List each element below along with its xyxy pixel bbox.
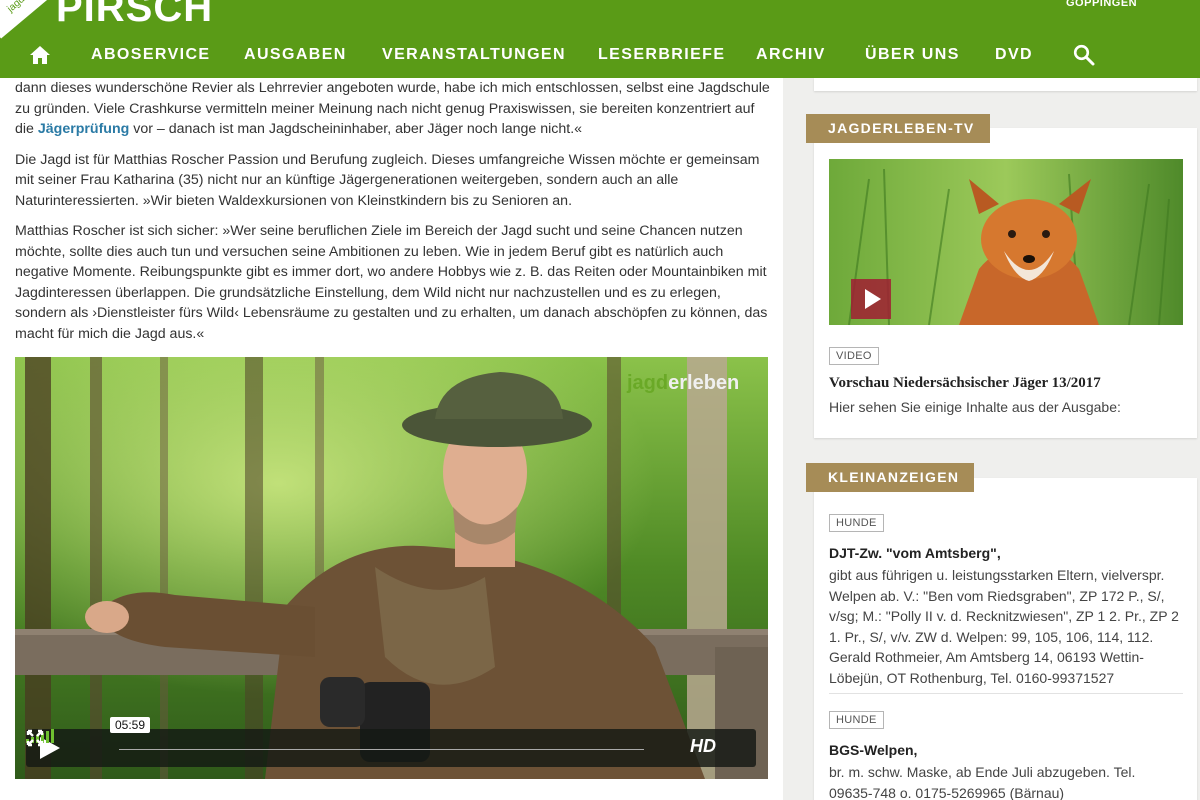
tv-title[interactable]: Vorschau Niedersächsischer Jäger 13/2017 [829,375,1101,392]
tv-description: Hier sehen Sie einige Inhalte aus der Au… [829,399,1121,415]
main-nav: ABOSERVICE AUSGABEN VERANSTALTUNGEN LESE… [0,40,1200,72]
article-paragraph: Die Jagd ist für Matthias Roscher Passio… [15,151,760,209]
play-icon[interactable] [851,279,891,319]
video-badge[interactable]: VIDEO [829,347,879,365]
article-body: dann dieses wunderschöne Revier als Lehr… [15,78,770,354]
sidebar-card-top [814,78,1197,91]
ad-text: gibt aus führigen u. leistungsstarken El… [829,567,1179,686]
search-icon[interactable] [1073,44,1095,66]
category-badge[interactable]: HUNDE [829,711,884,729]
header-city[interactable]: GÖPPINGEN [1066,0,1137,9]
site-logo[interactable]: PIRSCH [56,0,213,31]
article-paragraph: dann dieses wunderschöne Revier als Lehr… [15,80,770,137]
nav-aboservice[interactable]: ABOSERVICE [91,46,211,64]
nav-veranstaltungen[interactable]: VERANSTALTUNGEN [382,46,566,64]
ad-badge-wrap: HUNDE [829,710,884,729]
article-paragraph: Matthias Roscher ist sich sicher: »Wer s… [15,223,768,342]
category-badge[interactable]: HUNDE [829,514,884,532]
ad-title[interactable]: BGS-Welpen, [829,742,917,758]
jaegerpruefung-link[interactable]: Jägerprüfung [38,121,129,137]
corner-label: jagd [5,0,27,15]
nav-ausgaben[interactable]: AUSGABEN [244,46,347,64]
ad-badge-wrap: HUNDE [829,513,884,532]
tv-badge-wrap: VIDEO [829,346,879,365]
tv-thumbnail[interactable] [829,159,1183,325]
video-brand-logo: jagderleben [627,372,740,394]
nav-dvd[interactable]: DVD [995,46,1033,64]
fullscreen-icon[interactable] [26,729,44,747]
home-icon[interactable] [29,45,51,65]
nav-ueber-uns[interactable]: ÜBER UNS [865,46,960,64]
video-player[interactable]: jagderleben 05:59 HD [15,357,768,779]
ad-title[interactable]: DJT-Zw. "vom Amtsberg", [829,545,1001,561]
video-time: 05:59 [110,717,151,733]
site-header: jagd PIRSCH GÖPPINGEN ABOSERVICE AUSGABE… [0,0,1200,78]
ad-divider [829,693,1183,694]
video-controls: 05:59 HD [26,717,756,767]
video-frame [15,357,768,779]
corner-badge[interactable]: jagd [0,0,55,39]
nav-leserbriefe[interactable]: LESERBRIEFE [598,46,725,64]
nav-archiv[interactable]: ARCHIV [756,46,826,64]
video-progress-track[interactable] [119,746,644,750]
ads-card-tag: KLEINANZEIGEN [806,463,975,492]
hd-toggle[interactable]: HD [690,736,716,757]
ad-text: br. m. schw. Maske, ab Ende Juli abzugeb… [829,764,1136,800]
tv-card-tag: JAGDERLEBEN-TV [806,114,990,143]
